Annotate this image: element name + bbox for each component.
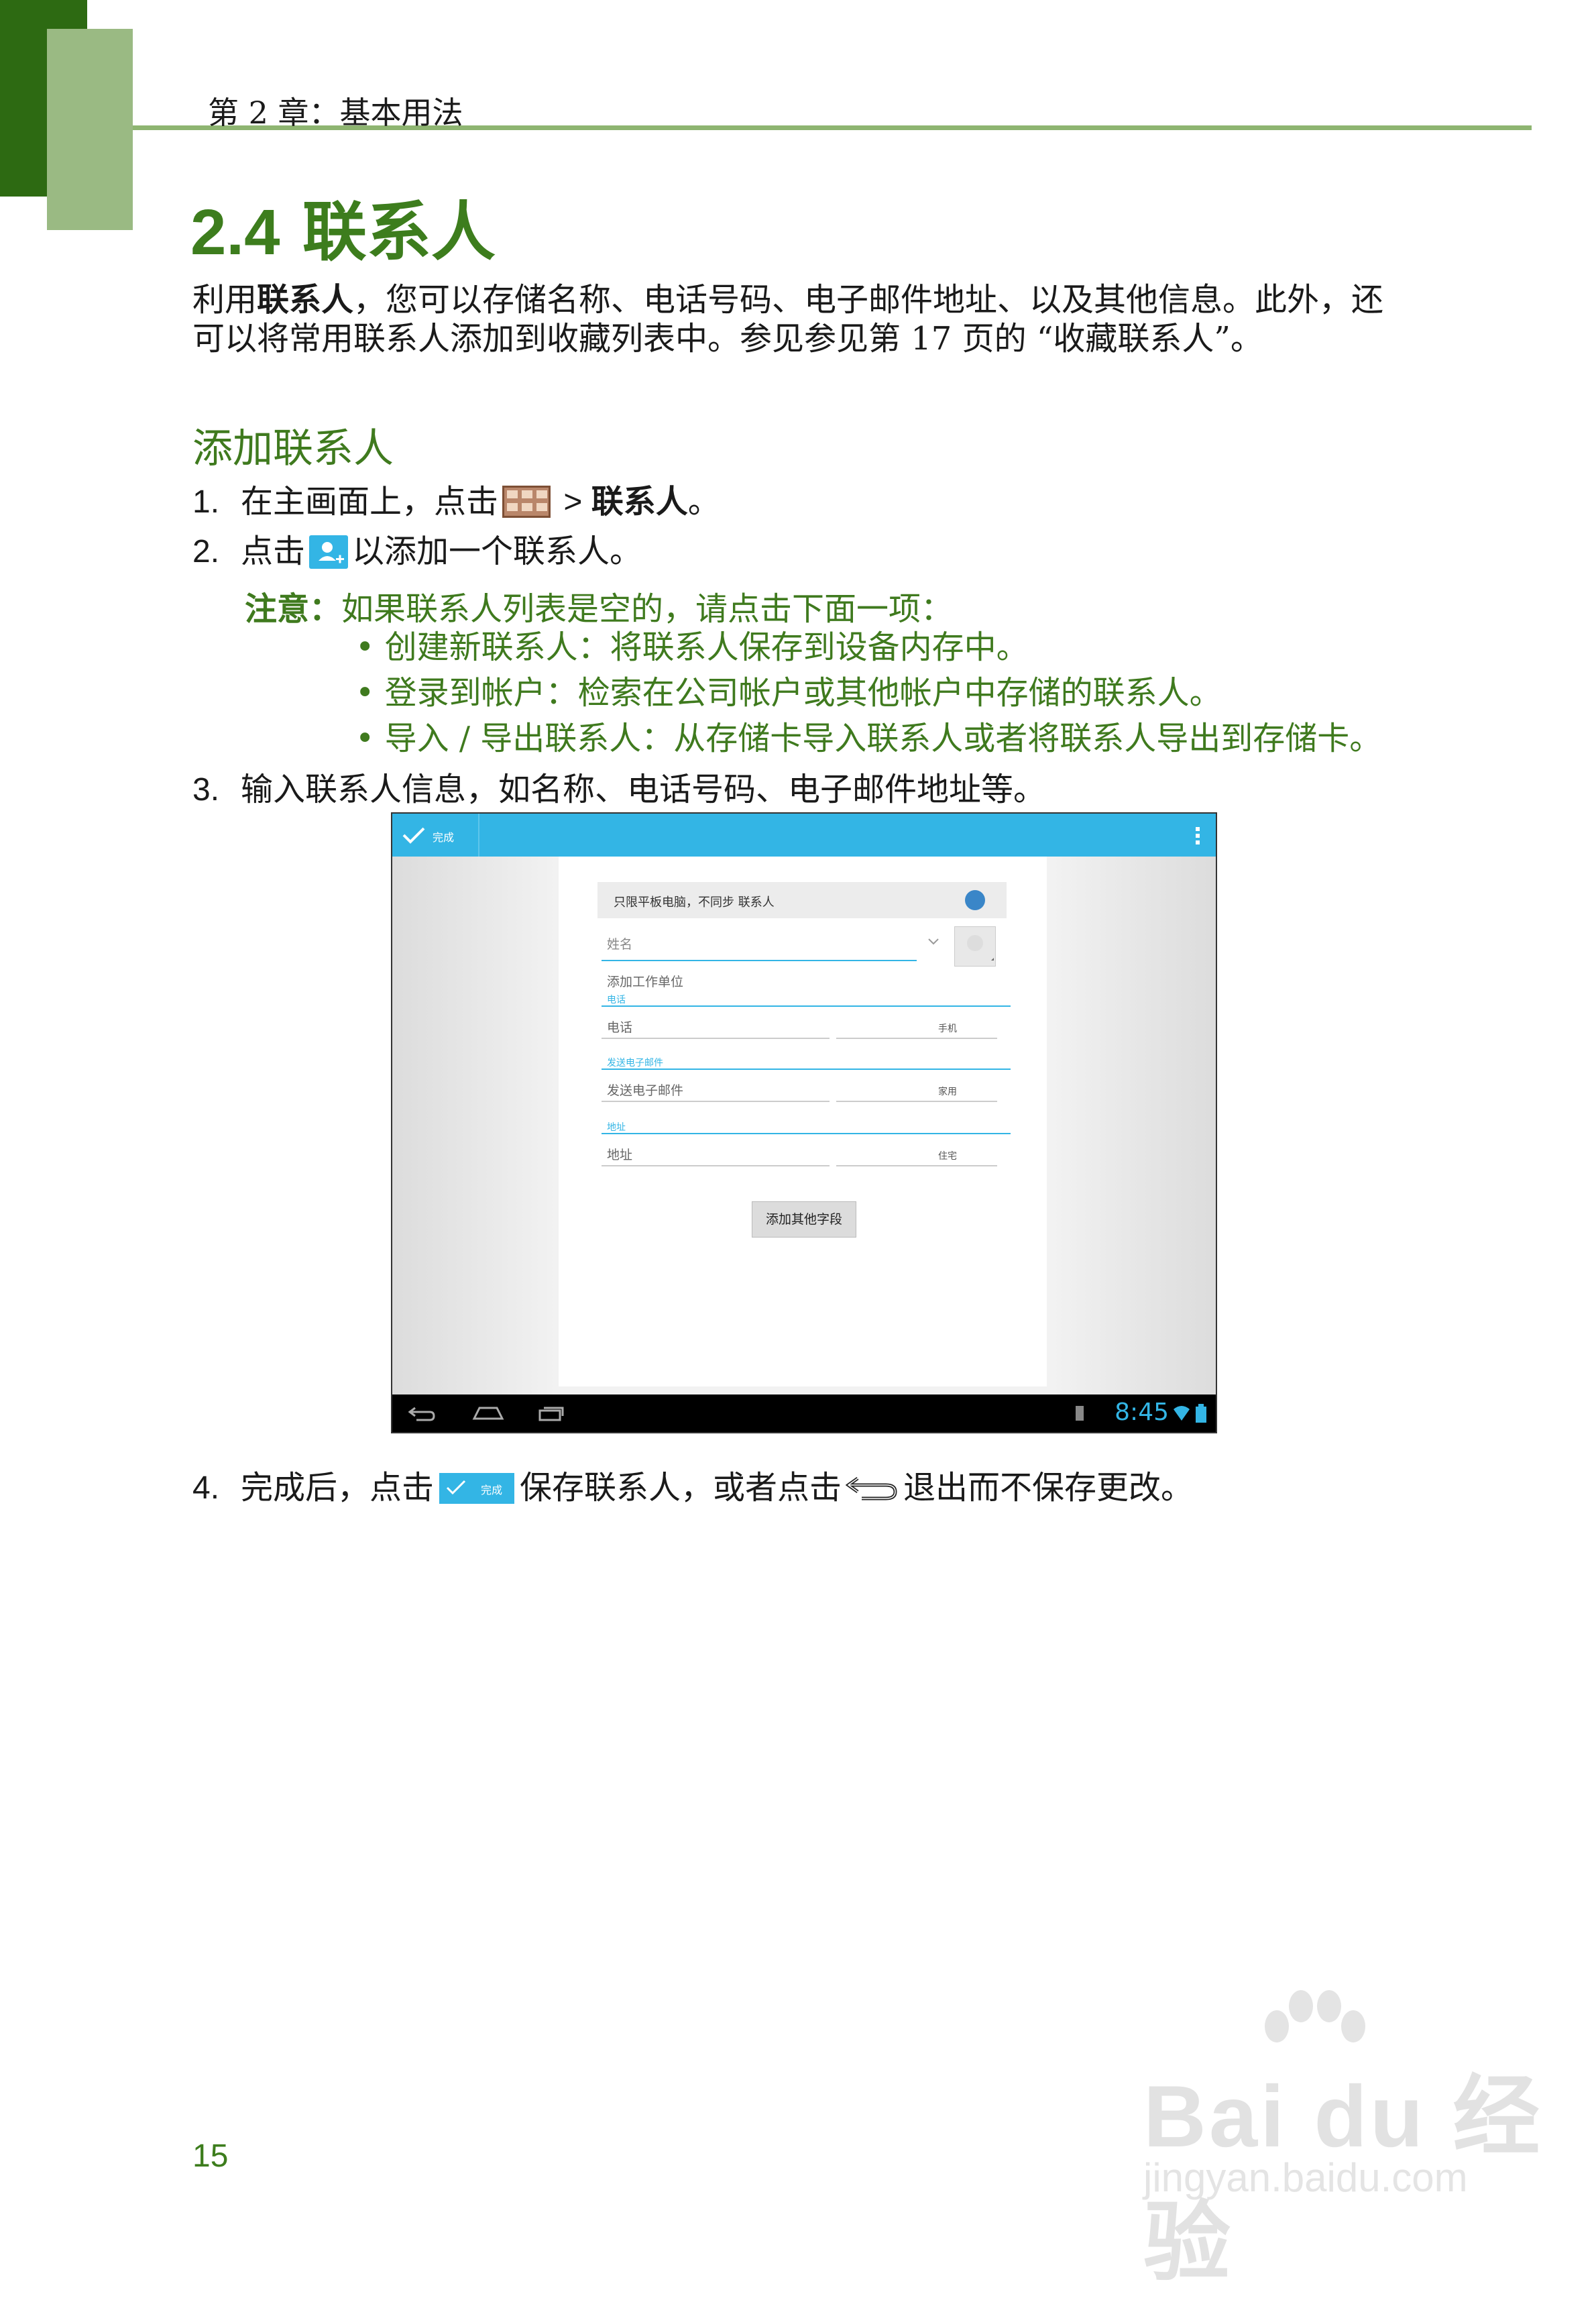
step-4: 4. 完成后，点击 完成 保存联系人，或者点击 退出而不保存更改。	[192, 1461, 1193, 1508]
subsection-title: 添加联系人	[192, 425, 394, 472]
name-input[interactable]: 姓名	[607, 934, 632, 952]
phone-type-spinner[interactable]: 手机	[938, 1022, 957, 1035]
section-number: 2.4	[190, 197, 280, 268]
section-title: 2.4 联系人	[190, 180, 496, 273]
done-button[interactable]: 完成	[392, 814, 479, 857]
sd-card-icon	[1076, 1406, 1084, 1421]
photo-placeholder[interactable]	[954, 926, 996, 967]
field-underline	[602, 1038, 830, 1039]
note-bullet: • 创建新联系人：将联系人保存到设备内存中。	[355, 628, 1029, 666]
address-input[interactable]: 地址	[607, 1145, 632, 1163]
back-arrow-icon	[846, 1476, 897, 1500]
chevron-down-icon[interactable]	[927, 937, 939, 946]
chapter-title: 第 2 章：基本用法	[208, 95, 463, 131]
account-header: 只限平板电脑，不同步 联系人	[597, 882, 1007, 918]
step-number: 1.	[192, 484, 220, 520]
note-label: 注意：	[245, 590, 342, 628]
step-text-end: 。	[687, 483, 720, 521]
account-label: 只限平板电脑，不同步 联系人	[614, 895, 775, 910]
name-underline	[602, 960, 917, 961]
note-bullet: • 导入 / 导出联系人：从存储卡导入联系人或者将联系人导出到存储卡。	[355, 720, 1382, 757]
step-text: 点击	[241, 533, 306, 570]
step-text-end: 退出而不保存更改。	[903, 1469, 1194, 1507]
section-divider	[602, 1005, 1011, 1007]
step-2: 2. 点击 以添加一个联系人。	[192, 525, 642, 571]
back-icon[interactable]	[407, 1404, 437, 1423]
step-number: 2.	[192, 534, 220, 569]
action-bar: 完成	[392, 814, 1216, 857]
step-number: 4.	[192, 1470, 220, 1506]
email-type-spinner[interactable]: 家用	[938, 1085, 957, 1098]
home-icon[interactable]	[471, 1404, 505, 1423]
done-inline-icon: 完成	[439, 1473, 515, 1504]
add-other-field-button[interactable]: 添加其他字段	[752, 1201, 856, 1238]
add-organization-link[interactable]: 添加工作单位	[607, 972, 683, 990]
intro-paragraph: 利用联系人，您可以存储名称、电话号码、电子邮件地址、以及其他信息。此外，还可以将…	[192, 280, 1400, 358]
overflow-menu-icon[interactable]	[1194, 826, 1201, 846]
bullet-bold: 创建新联系人	[384, 628, 578, 666]
status-clock: 8:45	[1115, 1399, 1169, 1426]
field-underline	[602, 1165, 830, 1166]
system-nav-bar: 8:45	[392, 1394, 1216, 1432]
section-divider	[602, 1133, 1011, 1134]
bullet-bold: 登录到帐户	[384, 674, 546, 712]
spinner-underline	[836, 1165, 997, 1166]
page-number: 15	[192, 2138, 229, 2174]
watermark-url: jingyan.baidu.com	[1143, 2155, 1468, 2200]
step-sep: >	[555, 484, 591, 520]
step-text-mid: 保存联系人，或者点击	[520, 1469, 842, 1507]
check-icon	[402, 827, 425, 844]
done-label: 完成	[433, 831, 455, 844]
bullet-text: ：从存储卡导入联系人或者将联系人导出到存储卡。	[641, 720, 1382, 757]
wifi-icon	[1174, 1406, 1190, 1421]
editor-card: 只限平板电脑，不同步 联系人 姓名 添加工作单位 电话 电话 手机 发送电子邮件…	[559, 857, 1047, 1386]
phone-section-label: 电话	[607, 995, 626, 1005]
step-3: 3. 输入联系人信息，如名称、电话号码、电子邮件地址等。	[192, 763, 1045, 810]
contact-edit-screenshot: 完成 只限平板电脑，不同步 联系人 姓名 添加工作单位 电话 电话 手机 发送电…	[391, 812, 1217, 1433]
step-text: 完成后，点击	[241, 1469, 435, 1507]
recent-apps-icon[interactable]	[536, 1404, 565, 1423]
step-text-end: 以添加一个联系人。	[352, 533, 642, 570]
intro-prefix: 利用	[192, 281, 258, 319]
apps-grid-icon	[502, 486, 551, 518]
step-1: 1. 在主画面上，点击 > 联系人。	[192, 475, 720, 522]
phone-input[interactable]: 电话	[607, 1018, 632, 1036]
add-contact-icon	[309, 535, 349, 569]
step-bold: 联系人	[591, 483, 688, 521]
field-underline	[602, 1101, 830, 1102]
section-title-text: 联系人	[302, 194, 496, 270]
header-bar-light	[47, 29, 133, 230]
spinner-underline	[836, 1101, 997, 1102]
address-type-spinner[interactable]: 住宅	[938, 1149, 957, 1162]
address-section-label: 地址	[607, 1122, 626, 1133]
step-number: 3.	[192, 772, 220, 808]
email-section-label: 发送电子邮件	[607, 1058, 663, 1069]
bullet-text: ：将联系人保存到设备内存中。	[577, 628, 1029, 666]
step-text: 在主画面上，点击	[241, 483, 499, 521]
email-input[interactable]: 发送电子邮件	[607, 1081, 683, 1099]
intro-rest: ，您可以存储名称、电话号码、电子邮件地址、以及其他信息。此外，还可以将常用联系人…	[192, 281, 1384, 358]
bullet-bold: 导入 / 导出联系人	[384, 720, 642, 757]
section-divider	[602, 1069, 1011, 1070]
intro-bold: 联系人	[257, 281, 354, 319]
account-avatar	[965, 890, 985, 910]
step-text: 输入联系人信息，如名称、电话号码、电子邮件地址等。	[241, 771, 1046, 808]
note-bullet: • 登录到帐户：检索在公司帐户或其他帐户中存储的联系人。	[355, 674, 1222, 712]
bullet-text: ：检索在公司帐户或其他帐户中存储的联系人。	[545, 674, 1222, 712]
spinner-underline	[836, 1038, 997, 1039]
battery-icon	[1196, 1404, 1206, 1423]
done-inline-label: 完成	[481, 1484, 503, 1496]
person-icon	[967, 935, 994, 961]
